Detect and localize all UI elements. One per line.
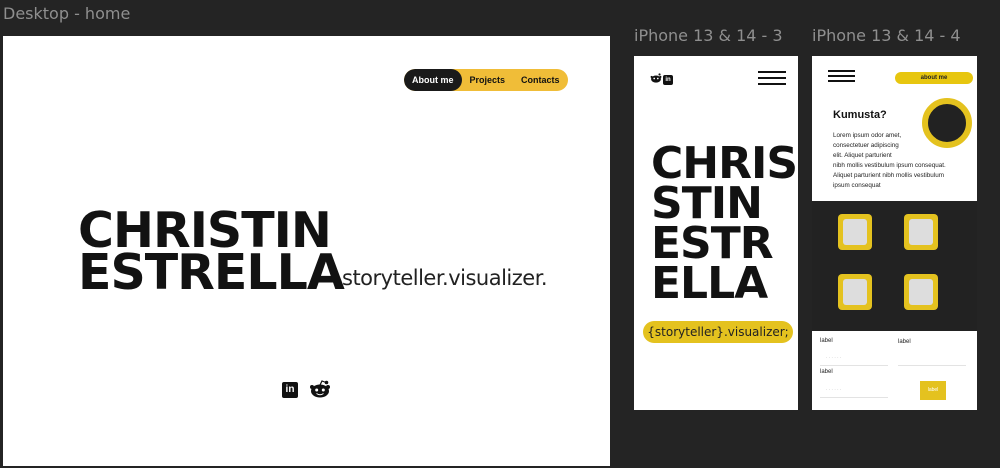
reddit-icon[interactable] [650, 73, 662, 83]
frame-label-phone3[interactable]: iPhone 13 & 14 - 3 [634, 26, 783, 45]
nav-projects[interactable]: Projects [462, 69, 514, 91]
nav-contacts[interactable]: Contacts [513, 69, 568, 91]
frame-label-desktop[interactable]: Desktop - home [3, 4, 130, 23]
nav-pill: About me Projects Contacts [404, 69, 568, 91]
body-line: nibh mollis vestibulum ipsum consequat. [833, 162, 946, 169]
form-input[interactable] [898, 348, 966, 366]
about-me-button[interactable]: about me [895, 72, 973, 84]
name-line-2: ESTRELLA [78, 244, 345, 301]
linkedin-icon[interactable]: in [663, 75, 673, 85]
phone3-name: CHRIS STIN ESTR ELLA [651, 142, 798, 309]
tagline: storyteller.visualizer. [342, 266, 548, 290]
form-label: label [898, 339, 911, 345]
phone4-frame[interactable]: about me Kumusta? Lorem ipsum odor amet,… [812, 56, 977, 410]
phone3-tagline-pill: {storyteller}.visualizer; [643, 321, 793, 343]
about-heading: Kumusta? [833, 109, 887, 121]
form-input[interactable]: . . . . . . [820, 348, 888, 366]
projects-section [812, 201, 977, 331]
form-input[interactable]: . . . . . . [820, 380, 888, 398]
project-tile[interactable] [838, 274, 872, 310]
body-line: elit. Aliquet parturient [833, 152, 892, 159]
hamburger-menu-icon[interactable] [758, 71, 786, 85]
frame-label-phone4[interactable]: iPhone 13 & 14 - 4 [812, 26, 961, 45]
form-label: label [820, 369, 833, 375]
reddit-icon[interactable] [309, 380, 331, 398]
linkedin-icon[interactable]: in [282, 382, 298, 398]
desktop-frame[interactable]: About me Projects Contacts CHRISTIN ESTR… [3, 36, 610, 466]
body-line: Aliquet parturient nibh mollis vestibulu… [833, 172, 944, 179]
name-line: ELLA [651, 258, 768, 309]
hamburger-menu-icon[interactable] [828, 70, 855, 82]
project-tile[interactable] [904, 214, 938, 250]
project-tile[interactable] [838, 214, 872, 250]
profile-avatar [922, 98, 972, 148]
body-line: ipsum consequat [833, 182, 881, 189]
project-tile[interactable] [904, 274, 938, 310]
form-label: label [820, 338, 833, 344]
submit-button[interactable]: label [920, 381, 946, 400]
nav-about-me[interactable]: About me [404, 69, 462, 91]
phone3-frame[interactable]: in CHRIS STIN ESTR ELLA {storyteller}.vi… [634, 56, 798, 410]
